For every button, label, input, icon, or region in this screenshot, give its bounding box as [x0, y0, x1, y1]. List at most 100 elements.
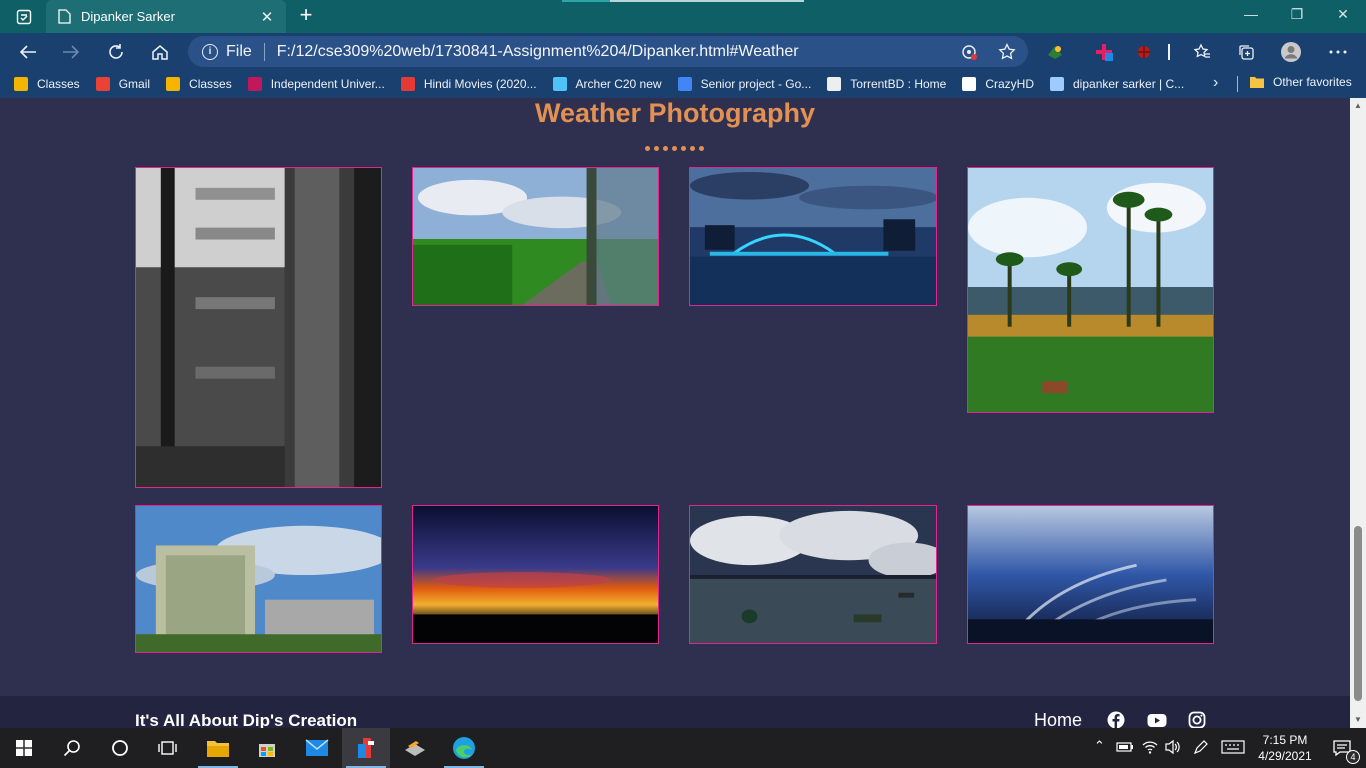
bookmark-label: Archer C20 new	[575, 77, 662, 91]
bookmark-item[interactable]: CrazyHD	[962, 77, 1034, 91]
new-tab-button[interactable]: +	[292, 3, 320, 29]
photo-river-clouds[interactable]	[689, 505, 937, 644]
chevron-up-icon[interactable]: ⌃	[1094, 738, 1105, 754]
close-window-button[interactable]: ✕	[1320, 0, 1366, 30]
store-icon	[259, 744, 275, 757]
photo-bridge-night[interactable]	[689, 167, 937, 306]
browser-tab[interactable]: Dipanker Sarker ✕	[46, 0, 286, 33]
windows-logo-icon	[16, 740, 32, 756]
add-favorite-icon[interactable]	[998, 43, 1016, 61]
cortana-button[interactable]	[96, 728, 144, 768]
bookmark-label: Hindi Movies (2020...	[423, 77, 537, 91]
photo-building-sky[interactable]	[135, 505, 382, 653]
mail-button[interactable]	[293, 728, 341, 768]
arrow-right-icon	[63, 45, 80, 59]
tab-actions-icon[interactable]	[8, 6, 40, 28]
page-content: Weather Photography It's All About Dip's…	[0, 98, 1350, 728]
address-separator	[263, 42, 265, 61]
cortana-icon	[112, 740, 128, 756]
tab-title: Dipanker Sarker	[81, 9, 175, 24]
collections-icon[interactable]	[1235, 41, 1257, 63]
url-text[interactable]: F:/12/cse309%20web/1730841-Assignment%20…	[277, 43, 799, 61]
chevron-right-icon[interactable]: ›	[1213, 74, 1218, 92]
bookmark-item[interactable]: Classes	[166, 77, 232, 91]
bookmark-label: Senior project - Go...	[700, 77, 812, 91]
gmail-icon	[95, 77, 110, 91]
scroll-down-arrow-icon[interactable]: ▼	[1350, 712, 1366, 728]
info-icon[interactable]: i	[202, 43, 218, 60]
scroll-thumb[interactable]	[1354, 526, 1362, 701]
refresh-button[interactable]	[101, 37, 131, 67]
notifications-button[interactable]: 4	[1318, 728, 1366, 768]
refresh-icon	[109, 44, 123, 59]
search-button[interactable]	[48, 728, 96, 768]
wifi-icon[interactable]	[1142, 739, 1158, 755]
system-clock[interactable]: 7:15 PM 4/29/2021	[1255, 732, 1315, 764]
bookmark-item[interactable]: Independent Univer...	[247, 77, 385, 91]
footer-home-link[interactable]: Home	[1034, 710, 1082, 728]
file-explorer-button[interactable]	[194, 728, 242, 768]
pen-icon[interactable]	[1192, 739, 1210, 755]
photo-kash-flowers[interactable]	[967, 505, 1214, 644]
volume-icon[interactable]	[1164, 739, 1182, 755]
profile-avatar[interactable]	[1280, 41, 1302, 63]
scroll-up-arrow-icon[interactable]: ▲	[1350, 98, 1366, 114]
browser-title-bar: Dipanker Sarker ✕ + — ❐ ✕	[0, 0, 1366, 33]
forward-button[interactable]	[56, 37, 86, 67]
arrow-left-icon	[19, 45, 36, 59]
extension-plus-icon[interactable]	[1093, 41, 1115, 63]
google-docs-icon	[677, 77, 692, 91]
settings-more-icon[interactable]	[1327, 41, 1349, 63]
bookmarks-bar: Classes Gmail Classes Independent Univer...…	[0, 70, 1366, 98]
section-title: Weather Photography	[534, 98, 816, 128]
bookmark-item[interactable]: Senior project - Go...	[677, 77, 812, 91]
torrentbd-icon	[827, 77, 842, 91]
search-icon	[63, 740, 80, 757]
scanner-icon	[405, 741, 425, 756]
photo-road-clouds[interactable]	[412, 167, 659, 306]
clock-time: 7:15 PM	[1262, 733, 1308, 747]
instagram-icon[interactable]	[1188, 711, 1206, 728]
app-scanner-button[interactable]	[391, 728, 439, 768]
tab-close-icon[interactable]: ✕	[258, 8, 276, 26]
bookmark-item[interactable]: TorrentBD : Home	[827, 77, 946, 91]
photo-sunset[interactable]	[412, 505, 659, 644]
edge-button[interactable]	[440, 728, 488, 768]
keyboard-icon[interactable]	[1221, 740, 1245, 754]
youtube-icon[interactable]	[1147, 711, 1167, 728]
app-active-button[interactable]	[342, 728, 390, 768]
photo-rainy-window[interactable]	[135, 167, 382, 488]
bookmark-label: Classes	[37, 77, 80, 91]
store-button[interactable]	[243, 728, 291, 768]
facebook-icon[interactable]	[1107, 711, 1125, 728]
app-icon	[358, 738, 374, 758]
task-view-button[interactable]	[144, 728, 192, 768]
vertical-scrollbar[interactable]: ▲ ▼	[1350, 98, 1366, 728]
address-bar[interactable]: i File F:/12/cse309%20web/1730841-Assign…	[188, 36, 1028, 67]
bookmark-item[interactable]: Classes	[14, 77, 80, 91]
extension-red-icon[interactable]	[1133, 41, 1155, 63]
bookmark-item[interactable]: Gmail	[95, 77, 151, 91]
tracking-prevention-icon[interactable]	[960, 43, 978, 61]
folder-icon	[207, 741, 229, 757]
edge-icon	[453, 737, 475, 759]
photo-palm-trees[interactable]	[967, 167, 1214, 413]
restore-button[interactable]: ❐	[1274, 0, 1320, 30]
favorites-icon[interactable]	[1191, 41, 1213, 63]
bookmark-item[interactable]: dipanker sarker | C...	[1050, 77, 1184, 91]
bookmark-label: Gmail	[118, 77, 151, 91]
title-divider-dots	[645, 146, 704, 151]
home-button[interactable]	[145, 37, 175, 67]
battery-icon[interactable]	[1116, 741, 1134, 753]
bookmark-item[interactable]: Hindi Movies (2020...	[400, 77, 537, 91]
university-icon	[247, 77, 262, 91]
back-button[interactable]	[13, 37, 43, 67]
home-icon	[152, 45, 168, 60]
extension-icon[interactable]	[1044, 41, 1066, 63]
page-icon	[962, 77, 977, 91]
start-button[interactable]	[0, 728, 48, 768]
minimize-button[interactable]: —	[1228, 0, 1274, 30]
bookmark-item[interactable]: Archer C20 new	[552, 77, 662, 91]
movie-icon	[400, 77, 415, 91]
other-favorites[interactable]: Other favorites	[1249, 75, 1352, 89]
